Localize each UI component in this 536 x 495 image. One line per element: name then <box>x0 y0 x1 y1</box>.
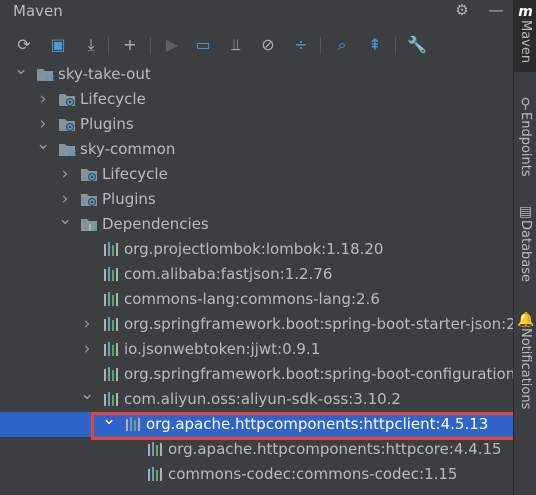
tree-row[interactable]: org.springframework.boot:spring-boot-con… <box>0 362 513 387</box>
side-tab-label: Endpoints <box>518 112 533 177</box>
maven-icon: m <box>518 4 533 20</box>
download-sources-button[interactable]: ⤓ <box>80 34 102 56</box>
library-icon <box>102 316 120 333</box>
tree-item-label: commons-codec:commons-codec:1.15 <box>168 465 458 483</box>
side-tab-database[interactable]: ▤ Database <box>514 200 536 292</box>
tree-item-label: Dependencies <box>102 215 209 233</box>
library-icon <box>102 391 120 408</box>
side-tab-maven[interactable]: m Maven <box>514 0 536 72</box>
tree-item-label: Lifecycle <box>102 165 168 183</box>
bell-icon: 🔔 <box>517 312 535 328</box>
tree-row[interactable]: › Plugins <box>0 112 513 137</box>
tree-row[interactable]: ⌄ m sky-common <box>0 136 513 162</box>
chevron-right-icon[interactable]: › <box>36 87 50 112</box>
side-tab-label: Maven <box>518 20 533 64</box>
chevron-right-icon[interactable]: › <box>80 312 94 337</box>
side-tab-notifications[interactable]: 🔔 Notifications <box>514 308 536 428</box>
tree-item-label: com.aliyun.oss:aliyun-sdk-oss:3.10.2 <box>124 390 401 408</box>
side-tab-label: Notifications <box>518 328 533 410</box>
tree-row[interactable]: ⌄ m sky-take-out <box>0 61 513 87</box>
add-maven-project-button[interactable]: + <box>119 34 141 56</box>
show-dependencies-button[interactable]: ÷ <box>290 34 312 56</box>
tree-row[interactable]: com.alibaba:fastjson:1.2.76 <box>0 262 513 287</box>
toolbar-separator <box>108 37 109 55</box>
database-icon: ▤ <box>518 204 533 220</box>
library-icon <box>102 291 120 308</box>
gear-icon[interactable]: ⚙ <box>453 1 471 19</box>
generate-sources-button[interactable]: ▣ <box>47 34 69 56</box>
side-tab-endpoints[interactable]: ⚲ Endpoints <box>514 92 536 184</box>
tree-item-label: com.alibaba:fastjson:1.2.76 <box>124 265 333 283</box>
folder-gear-icon <box>80 191 98 208</box>
tree-row[interactable]: ⌄ com.aliyun.oss:aliyun-sdk-oss:3.10.2 <box>0 386 513 412</box>
library-icon <box>102 241 120 258</box>
toolbar-separator <box>395 37 396 55</box>
endpoints-icon: ⚲ <box>520 96 531 112</box>
analyze-dependencies-button[interactable]: ⌕ <box>331 34 353 56</box>
folder-gear-icon <box>58 91 76 108</box>
tree-row[interactable]: ⌄ Dependencies <box>0 211 513 237</box>
maven-tool-window: Maven ⚙ — ⟳ ▣ ⤓ + ▶ ▭ ⫫ ⊘ ÷ ⌕ ⇞ 🔧 ⌄ m sky-take-out › Li… <box>0 0 513 495</box>
panel-title: Maven <box>13 2 63 20</box>
skip-tests-button[interactable]: ⊘ <box>257 34 279 56</box>
maven-settings-button[interactable]: 🔧 <box>406 34 428 56</box>
reload-all-button[interactable]: ⟳ <box>13 34 35 56</box>
tree-item-label: commons-lang:commons-lang:2.6 <box>124 290 380 308</box>
tree-item-label: Plugins <box>80 115 134 133</box>
chevron-down-icon[interactable]: ⌄ <box>14 61 28 87</box>
library-icon <box>146 441 164 458</box>
maven-module-icon: m <box>58 141 78 159</box>
tree-item-label: Lifecycle <box>80 90 146 108</box>
svg-text:m: m <box>68 148 76 158</box>
library-icon <box>146 466 164 483</box>
library-icon <box>102 341 120 358</box>
chevron-down-icon[interactable]: ⌄ <box>58 211 72 237</box>
folder-gear-icon <box>58 116 76 133</box>
tree-item-label: org.springframework.boot:spring-boot-con… <box>124 365 513 383</box>
tree-item-label: org.projectlombok:lombok:1.18.20 <box>124 240 384 258</box>
tree-row[interactable]: › Plugins <box>0 187 513 212</box>
toolbar-separator <box>150 37 151 55</box>
chevron-right-icon[interactable]: › <box>58 162 72 187</box>
run-goal-button[interactable]: ▶ <box>161 34 183 56</box>
chevron-down-icon[interactable]: ⌄ <box>36 136 50 162</box>
highlight-annotation <box>91 412 513 440</box>
tree-row[interactable]: › Lifecycle <box>0 162 513 187</box>
side-tab-label: Database <box>518 220 533 283</box>
minimize-icon[interactable]: — <box>487 1 505 19</box>
tree-row[interactable]: commons-lang:commons-lang:2.6 <box>0 287 513 312</box>
tree-item-label: org.springframework.boot:spring-boot-sta… <box>124 315 513 333</box>
collapse-all-button[interactable]: ⇞ <box>364 34 386 56</box>
tree-item-label: org.apache.httpcomponents:httpcore:4.4.1… <box>168 440 502 458</box>
right-tool-stripe: m Maven ⚲ Endpoints ▤ Database 🔔 Notifications <box>513 0 536 495</box>
tree-item-label: sky-take-out <box>58 65 151 83</box>
toolbar-separator <box>320 37 321 55</box>
maven-module-icon: m <box>36 66 56 84</box>
tree-item-label: io.jsonwebtoken:jjwt:0.9.1 <box>124 340 321 358</box>
chevron-down-icon[interactable]: ⌄ <box>80 386 94 412</box>
tree-row[interactable]: org.projectlombok:lombok:1.18.20 <box>0 237 513 262</box>
tree-row[interactable]: › Lifecycle <box>0 87 513 112</box>
chevron-right-icon[interactable]: › <box>80 337 94 362</box>
tree-row[interactable]: org.apache.httpcomponents:httpcore:4.4.1… <box>0 437 513 462</box>
tree-item-label: Plugins <box>102 190 156 208</box>
library-icon <box>102 366 120 383</box>
tree-row[interactable]: commons-codec:commons-codec:1.15 <box>0 462 513 487</box>
folder-gear-icon <box>80 166 98 183</box>
svg-text:m: m <box>46 73 54 83</box>
execute-goal-button[interactable]: ▭ <box>192 34 214 56</box>
tree-row[interactable]: › org.springframework.boot:spring-boot-st… <box>0 312 513 337</box>
library-icon <box>102 266 120 283</box>
tool-window-header: Maven ⚙ — <box>0 0 513 22</box>
maven-toolbar: ⟳ ▣ ⤓ + ▶ ▭ ⫫ ⊘ ÷ ⌕ ⇞ 🔧 <box>0 30 513 60</box>
toggle-offline-button[interactable]: ⫫ <box>225 34 247 56</box>
folder-library-icon <box>80 216 98 233</box>
tree-row[interactable]: › io.jsonwebtoken:jjwt:0.9.1 <box>0 337 513 362</box>
tree-item-label: sky-common <box>80 140 176 158</box>
